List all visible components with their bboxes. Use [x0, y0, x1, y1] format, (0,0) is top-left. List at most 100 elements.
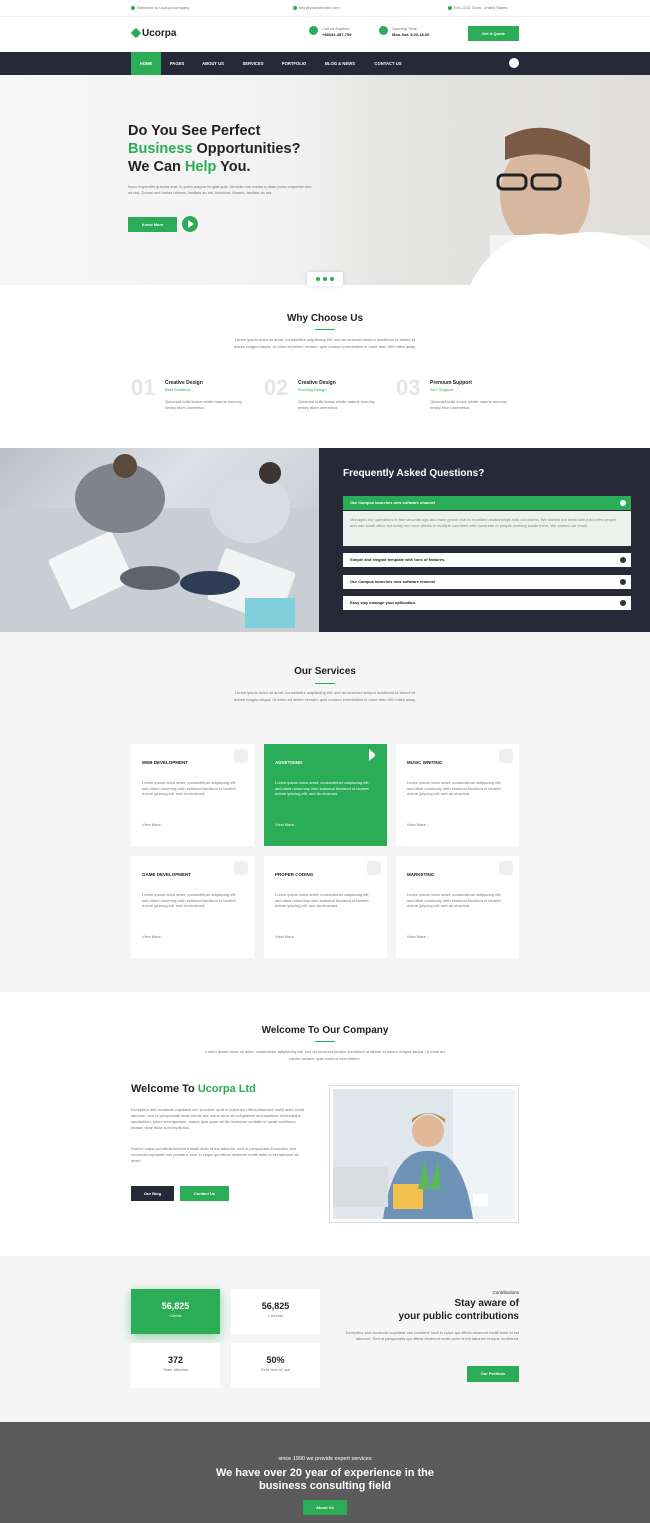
top-bar: Welcome to Ucorpa company info@yourwebsi…: [0, 0, 650, 17]
view-more-link[interactable]: View More...: [275, 822, 297, 827]
service-card-game[interactable]: GAME DEVELOPMENT Lorem ipsum dolor amet, …: [131, 856, 254, 958]
logo-icon: [130, 27, 142, 39]
service-card-coding[interactable]: PROPER CODING Lorem ipsum dolor amet, con…: [264, 856, 387, 958]
nav-pages[interactable]: PAGES: [163, 52, 191, 75]
plus-icon: [620, 579, 626, 585]
service-card-web[interactable]: WEB DEVELOPMENT Lorem ipsum dolor amet, c…: [131, 744, 254, 846]
view-more-link[interactable]: View More...: [275, 934, 297, 939]
feature-title: Creative Design: [165, 380, 203, 386]
feature-number: 03: [396, 375, 421, 400]
nav-home[interactable]: HOME: [131, 52, 161, 75]
address-text: Ext-1232, Dock, United States: [448, 5, 508, 10]
why-paragraph: Lorem ipsum dolor sit amet, consectetur …: [233, 337, 416, 349]
service-card-music[interactable]: MUSIC WRITING Lorem ipsum dolor amet, con…: [396, 744, 519, 846]
hero-paragraph: Nunc imperdiet gravida erat, in porta ma…: [128, 184, 312, 195]
hero-banner: [0, 75, 650, 285]
slider-dot[interactable]: [316, 277, 320, 281]
service-card-advertising[interactable]: ADVETISING Lorem ipsum dolor amet, consec…: [264, 744, 387, 846]
company-subheading: Welcome To Ucorpa Ltd: [131, 1083, 256, 1095]
view-more-link[interactable]: View More...: [142, 822, 164, 827]
time-info: Opening Time Mon-Sat: 9.00-18.00: [392, 26, 430, 37]
company-text-1: Excepteur sint occaecat cupidatat non pr…: [131, 1107, 305, 1130]
feature-sub: Best Solutions: [165, 387, 191, 392]
faq-item[interactable]: Simple and elegant template with tons of…: [343, 553, 631, 567]
nav-contact[interactable]: CONTACT US: [367, 52, 409, 75]
title-underline: [315, 1041, 335, 1042]
counter-first-year: 50% First Year of use: [231, 1343, 320, 1388]
gamepad-icon: [234, 861, 248, 875]
title-underline: [315, 329, 335, 330]
our-portfolio-button[interactable]: Our Portfolio: [467, 1366, 519, 1382]
view-more-link[interactable]: View More...: [407, 822, 429, 827]
cart-icon: [499, 861, 513, 875]
experience-heading: We have over 20 year of experience in th…: [215, 1467, 435, 1492]
faq-item[interactable]: Our Campus launches new software channel: [343, 575, 631, 589]
nav-blog[interactable]: BLOG & NEWS: [317, 52, 363, 75]
welcome-text: Welcome to Ucorpa company: [131, 5, 189, 10]
nav-portfolio[interactable]: PORTFOLIO: [275, 52, 313, 75]
slider-dots[interactable]: [307, 272, 343, 286]
counter-team: 372 Team Member: [131, 1343, 220, 1388]
feature-text: Quismad nulls lectus mielle mauris eonum…: [165, 399, 242, 410]
contributions-heading: Stay aware of your public contributions: [398, 1298, 519, 1322]
office-illustration: [333, 1089, 515, 1219]
plus-icon: [620, 557, 626, 563]
view-more-link[interactable]: View More...: [142, 934, 164, 939]
play-icon[interactable]: [182, 216, 198, 232]
since-text: since 1990 we provide expert services: [278, 1456, 372, 1462]
feature-text: Quismad nulls lectus mielle mauris eonum…: [430, 399, 507, 410]
logo[interactable]: Ucorpa: [130, 27, 176, 42]
phone-icon: [309, 26, 318, 35]
code-icon: [234, 749, 248, 763]
slider-dot[interactable]: [330, 277, 334, 281]
code-icon: [367, 861, 381, 875]
email-link[interactable]: info@yourwebsite.com: [293, 5, 340, 10]
meeting-illustration: [0, 454, 319, 632]
feature-sub: 24/7 Support: [430, 387, 453, 392]
nav-about[interactable]: ABOUT US: [194, 52, 232, 75]
feature-number: 02: [264, 375, 289, 400]
headphones-icon: [499, 749, 513, 763]
search-icon[interactable]: [509, 58, 519, 68]
office-image: [329, 1085, 519, 1223]
counter-clients: 56,825 Clients: [131, 1289, 220, 1334]
clock-icon: [379, 26, 388, 35]
faq-item[interactable]: Easy way manage your apllication.: [343, 596, 631, 610]
get-quote-button[interactable]: Get A Quote: [468, 26, 519, 41]
about-us-button[interactable]: About Us: [303, 1500, 347, 1515]
main-nav: HOME PAGES ABOUT US SERVICES PORTFOLIO B…: [0, 52, 650, 75]
call-info: Call us Anytime +88032-487-799: [322, 26, 352, 37]
plus-icon: [620, 600, 626, 606]
contributions-label: Contributions: [492, 1290, 519, 1295]
title-underline: [315, 683, 335, 684]
view-more-link[interactable]: View More...: [407, 934, 429, 939]
why-title: Why Choose Us: [286, 313, 364, 324]
feature-title: Premium Support: [430, 380, 472, 386]
know-more-button[interactable]: Know More: [128, 217, 177, 232]
meeting-image: [0, 448, 319, 632]
faq-item-open[interactable]: Our Campus launches new software channel: [343, 496, 631, 510]
feature-number: 01: [131, 375, 156, 400]
location-icon: [448, 6, 452, 10]
contributions-paragraph: Excepteur sint occaecat cupidatat non pr…: [345, 1330, 519, 1341]
services-paragraph: Lorem ipsum dolor sit amet, consectetur …: [233, 690, 416, 702]
feature-title: Creative Design: [298, 380, 336, 386]
contact-us-button[interactable]: Contact Us: [180, 1186, 229, 1201]
feature-sub: Running Design: [298, 387, 327, 392]
services-title: Our Services: [294, 666, 356, 677]
faq-answer: Managed our operations in few seconds ag…: [343, 511, 631, 546]
mail-icon: [293, 6, 297, 10]
company-text-2: Sunt in culpa qui officia deserunt molli…: [131, 1146, 299, 1163]
hero-person-image: [470, 127, 650, 285]
slider-dot[interactable]: [323, 277, 327, 281]
service-card-marketing[interactable]: MARKETING Lorem ipsum dolor amet, consect…: [396, 856, 519, 958]
info-icon: [131, 6, 135, 10]
company-paragraph: Lorem ipsum dolor sit amet, consectetur …: [205, 1049, 445, 1061]
hero-heading: Do You See Perfect Business Opportunitie…: [128, 123, 301, 175]
counter-currents: 56,825 Currents: [231, 1289, 320, 1334]
nav-services[interactable]: SERVICES: [236, 52, 270, 75]
minus-icon: [620, 500, 626, 506]
company-title: Welcome To Our Company: [261, 1025, 389, 1036]
counters-section: [0, 1256, 650, 1422]
our-blog-button[interactable]: Our Blog: [131, 1186, 174, 1201]
